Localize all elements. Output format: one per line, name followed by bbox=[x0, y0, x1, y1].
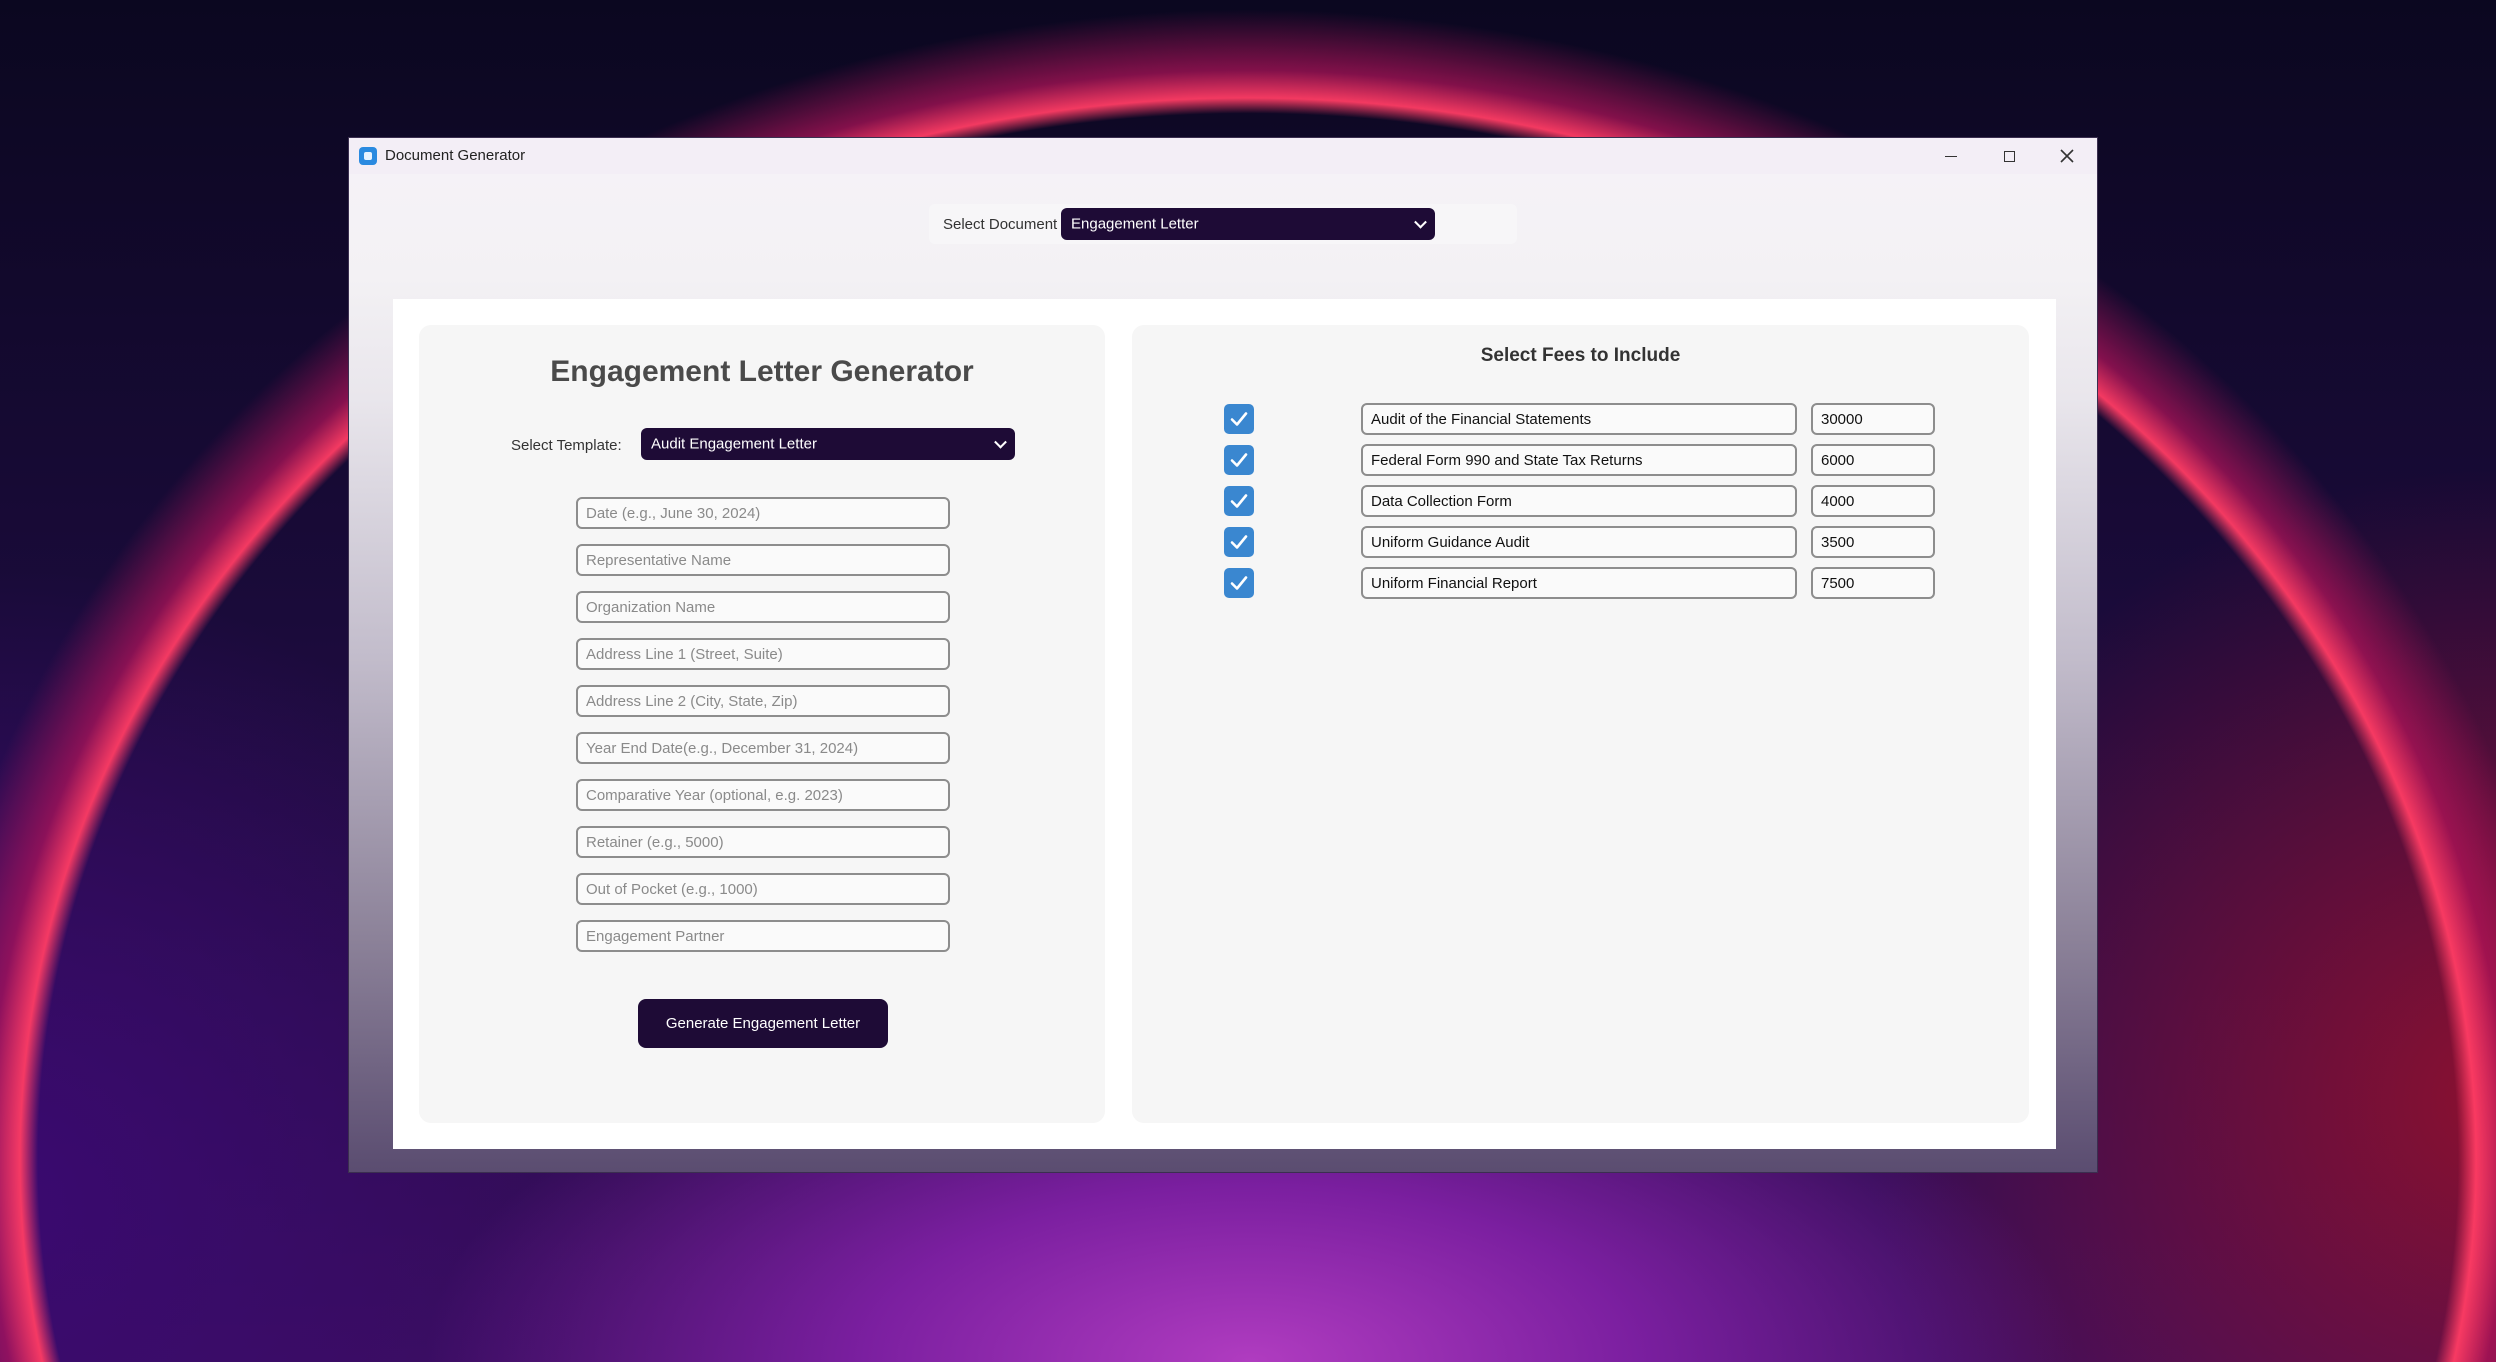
out-of-pocket-field[interactable] bbox=[576, 873, 950, 905]
year-end-date-field[interactable] bbox=[576, 732, 950, 764]
fees-title: Select Fees to Include bbox=[1480, 345, 1681, 366]
fee-name-field[interactable] bbox=[1361, 485, 1797, 517]
fee-checkbox[interactable] bbox=[1224, 568, 1254, 598]
main-content: Engagement Letter Generator Select Templ… bbox=[393, 299, 2056, 1149]
document-type-bar: Select Document Type: Engagement Letter bbox=[929, 204, 1517, 244]
check-icon bbox=[1230, 412, 1248, 426]
fee-amount-field[interactable] bbox=[1811, 444, 1935, 476]
fee-name-field[interactable] bbox=[1361, 567, 1797, 599]
fee-amount-field[interactable] bbox=[1811, 567, 1935, 599]
fee-amount-field[interactable] bbox=[1811, 485, 1935, 517]
date-field[interactable] bbox=[576, 497, 950, 529]
check-icon bbox=[1230, 494, 1248, 508]
template-value: Audit Engagement Letter bbox=[651, 435, 817, 453]
fee-checkbox[interactable] bbox=[1224, 527, 1254, 557]
address-line-1-field[interactable] bbox=[576, 638, 950, 670]
title-bar[interactable]: Document Generator bbox=[349, 138, 2097, 174]
document-type-select[interactable]: Engagement Letter bbox=[1061, 208, 1435, 240]
fee-name-field[interactable] bbox=[1361, 444, 1797, 476]
generator-title: Engagement Letter Generator bbox=[550, 355, 974, 388]
fee-amount-field[interactable] bbox=[1811, 526, 1935, 558]
address-line-2-field[interactable] bbox=[576, 685, 950, 717]
generator-panel: Engagement Letter Generator Select Templ… bbox=[419, 325, 1105, 1123]
document-type-value: Engagement Letter bbox=[1071, 215, 1199, 233]
app-window: Document Generator Select Document Type:… bbox=[348, 137, 2098, 1173]
representative-name-field[interactable] bbox=[576, 544, 950, 576]
template-label: Select Template: bbox=[511, 437, 622, 454]
template-select[interactable]: Audit Engagement Letter bbox=[641, 428, 1015, 460]
fee-checkbox[interactable] bbox=[1224, 404, 1254, 434]
fee-name-field[interactable] bbox=[1361, 403, 1797, 435]
close-button[interactable] bbox=[2038, 138, 2096, 174]
fee-name-field[interactable] bbox=[1361, 526, 1797, 558]
check-icon bbox=[1230, 576, 1248, 590]
fee-amount-field[interactable] bbox=[1811, 403, 1935, 435]
fees-panel: Select Fees to Include bbox=[1132, 325, 2029, 1123]
fee-checkbox[interactable] bbox=[1224, 445, 1254, 475]
close-icon bbox=[2060, 149, 2074, 163]
maximize-button[interactable] bbox=[1980, 138, 2038, 174]
maximize-icon bbox=[2003, 150, 2015, 162]
retainer-field[interactable] bbox=[576, 826, 950, 858]
chevron-down-icon bbox=[1414, 215, 1427, 229]
minimize-icon bbox=[1945, 155, 1957, 157]
chevron-down-icon bbox=[994, 435, 1007, 449]
fee-checkbox[interactable] bbox=[1224, 486, 1254, 516]
check-icon bbox=[1230, 535, 1248, 549]
comparative-year-field[interactable] bbox=[576, 779, 950, 811]
engagement-partner-field[interactable] bbox=[576, 920, 950, 952]
minimize-button[interactable] bbox=[1922, 138, 1980, 174]
app-icon bbox=[359, 147, 377, 165]
check-icon bbox=[1230, 453, 1248, 467]
generate-engagement-letter-button[interactable]: Generate Engagement Letter bbox=[638, 999, 888, 1048]
window-title: Document Generator bbox=[385, 147, 526, 164]
organization-name-field[interactable] bbox=[576, 591, 950, 623]
